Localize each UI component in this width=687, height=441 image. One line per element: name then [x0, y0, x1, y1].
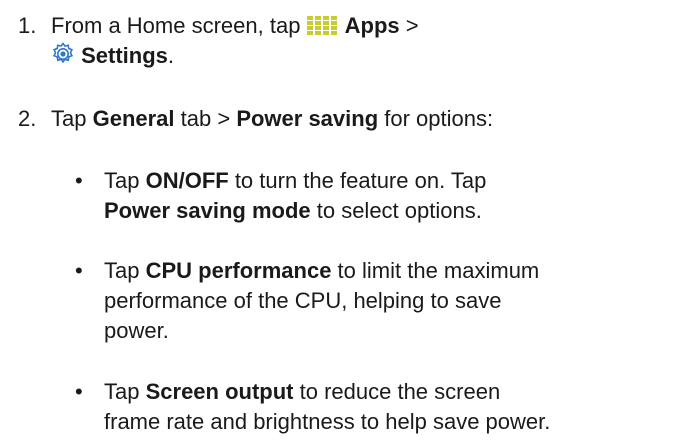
bullet-text-segment: Tap [104, 168, 146, 193]
bullet-text: Tap CPU performance to limit the maximum… [104, 256, 684, 346]
bullet-text-line: frame rate and brightness to help save p… [104, 409, 551, 434]
bullet-dot: • [75, 168, 83, 193]
step-text-segment: . [167, 43, 175, 68]
general-tab-label: General [92, 106, 175, 131]
settings-gear-icon [51, 42, 75, 66]
bullet-text: Tap Screen output to reduce the screen f… [104, 377, 684, 437]
bullet-dot: • [75, 258, 83, 283]
bullet-text-segment: to limit the maximum [331, 258, 540, 283]
apps-grid-icon [306, 16, 339, 36]
bullet-text-line: power. [104, 318, 169, 343]
bullet-text-line: performance of the CPU, helping to save [104, 288, 502, 313]
bullet-text-segment: Tap [104, 379, 146, 404]
step-text: From a Home screen, tap Apps > Settings. [51, 11, 681, 71]
step-text-segment: > [399, 13, 419, 38]
step-number: 1. [18, 13, 37, 38]
power-saving-mode-label: Power saving mode [104, 198, 311, 223]
step-number: 2. [18, 106, 37, 131]
bullet-text-segment: to turn the feature on. Tap [228, 168, 487, 193]
cpu-performance-label: CPU performance [145, 258, 332, 283]
step-text-segment: From a Home screen, tap [51, 13, 307, 38]
bullet-text-segment: to reduce the screen [293, 379, 501, 404]
bullet-text-segment: to select options. [310, 198, 482, 223]
step-text-segment: Tap [51, 106, 93, 131]
step-text-segment: tab > [174, 106, 237, 131]
bullet-text-segment: Tap [104, 258, 146, 283]
step-text: Tap General tab > Power saving for optio… [51, 104, 681, 134]
power-saving-label: Power saving [236, 106, 379, 131]
apps-label: Apps [344, 13, 400, 38]
bullet-dot: • [75, 379, 83, 404]
on-off-label: ON/OFF [145, 168, 229, 193]
screen-output-label: Screen output [145, 379, 294, 404]
bullet-text: Tap ON/OFF to turn the feature on. Tap P… [104, 166, 684, 226]
settings-label: Settings [81, 43, 168, 68]
step-text-segment: for options: [378, 106, 494, 131]
instructions-document: 1. From a Home screen, tap Apps > Settin… [0, 0, 687, 441]
